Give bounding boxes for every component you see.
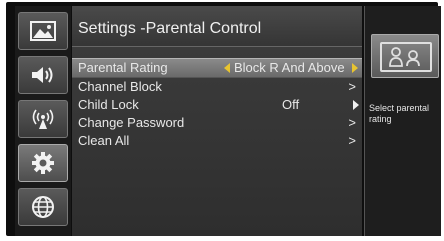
menu-item-label: Clean All	[78, 133, 130, 148]
parental-menu: Parental Rating Block R And Above Channe…	[72, 58, 362, 150]
menu-item-label: Channel Block	[78, 79, 162, 94]
chevron-right-icon: >	[348, 115, 356, 130]
chevron-right-icon: >	[348, 79, 356, 94]
settings-panel: Settings -Parental Control Parental Rati…	[72, 6, 362, 236]
help-text: Select parental rating	[369, 103, 430, 124]
menu-item-parental-rating[interactable]: Parental Rating Block R And Above	[72, 58, 362, 78]
parental-lock-icon	[371, 34, 439, 78]
menu-item-value: Off	[282, 97, 300, 112]
menu-item-channel-block[interactable]: Channel Block >	[72, 78, 362, 96]
rail-settings-button[interactable]	[18, 144, 68, 182]
help-panel: Select parental rating	[364, 6, 441, 236]
menu-item-clean-all[interactable]: Clean All >	[72, 132, 362, 150]
speaker-icon	[32, 67, 53, 83]
menu-item-child-lock[interactable]: Child Lock Off	[72, 96, 362, 114]
menu-item-label: Change Password	[78, 115, 185, 130]
broadcast-icon	[32, 109, 54, 129]
rail-channel-button[interactable]	[18, 100, 68, 138]
play-arrow-icon[interactable]	[353, 100, 359, 110]
gear-icon	[32, 152, 54, 174]
rail-network-button[interactable]	[18, 188, 68, 226]
value-left-arrow-icon[interactable]	[224, 63, 230, 73]
title-bar: Settings -Parental Control	[72, 6, 362, 47]
category-rail	[15, 6, 71, 236]
menu-item-change-password[interactable]: Change Password >	[72, 114, 362, 132]
person-lock-icon	[389, 47, 420, 67]
tv-screen: Settings -Parental Control Parental Rati…	[6, 2, 441, 236]
menu-item-value: Block R And Above	[234, 60, 345, 75]
rail-sound-button[interactable]	[18, 56, 68, 94]
menu-item-label: Child Lock	[78, 97, 139, 112]
globe-icon	[32, 196, 54, 218]
picture-icon	[30, 21, 56, 41]
value-right-arrow-icon[interactable]	[352, 63, 358, 73]
menu-item-label: Parental Rating	[78, 60, 168, 75]
page-title: Settings -Parental Control	[78, 20, 262, 37]
rail-picture-button[interactable]	[18, 12, 68, 50]
chevron-right-icon: >	[348, 133, 356, 148]
